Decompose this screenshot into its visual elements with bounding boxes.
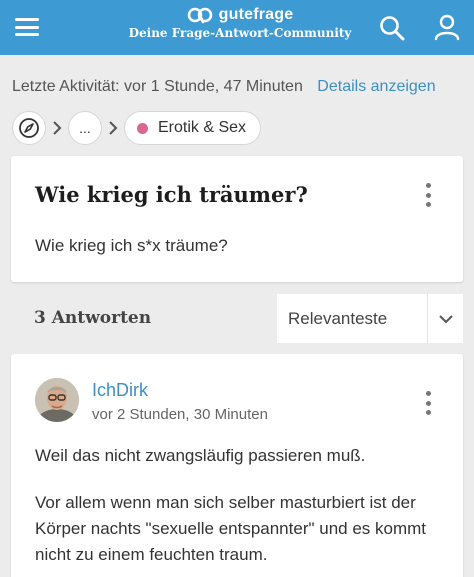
avatar[interactable] [35,378,79,422]
breadcrumb-category[interactable]: Erotik & Sex [124,111,262,145]
answers-count: 3 Antworten [34,308,152,328]
question-body: Wie krieg ich s*x träume? [35,236,228,255]
top-bar: gutefrage Deine Frage-Antwort-Community [0,0,474,55]
answer-author[interactable]: IchDirk [92,380,148,401]
breadcrumb-home[interactable] [12,111,46,145]
chevron-right-icon [46,118,68,138]
breadcrumb: ... Erotik & Sex [12,110,262,146]
answer-paragraph: Vor allem wenn man sich selber masturbie… [35,493,426,564]
chevron-down-icon[interactable] [427,294,463,343]
answer-paragraph: Weil das nicht zwangsläufig passieren mu… [35,446,366,465]
details-link[interactable]: Details anzeigen [317,78,435,95]
hamburger-icon[interactable] [14,15,40,39]
compass-icon [19,118,39,138]
category-dot-icon [137,122,148,134]
brand[interactable]: gutefrage Deine Frage-Antwort-Community [110,6,370,40]
answer-card: IchDirk vor 2 Stunden, 30 Minuten Weil d… [11,354,463,577]
last-activity-text: Letzte Aktivität: vor 1 Stunde, 47 Minut… [12,78,303,95]
chevron-right-icon [102,118,124,138]
breadcrumb-ellipsis[interactable]: ... [68,111,102,145]
sort-select[interactable]: Relevanteste [277,294,463,343]
sort-value[interactable]: Relevanteste [277,294,427,343]
answer-time: vor 2 Stunden, 30 Minuten [92,406,268,423]
gutefrage-logo-icon [187,7,212,24]
search-icon[interactable] [378,14,406,42]
question-title: Wie krieg ich träumer? [35,182,308,207]
user-icon[interactable] [433,13,461,41]
brand-name: gutefrage [218,6,294,23]
brand-tagline: Deine Frage-Antwort-Community [128,26,352,40]
question-card: Wie krieg ich träumer? Wie krieg ich s*x… [11,156,463,282]
category-label: Erotik & Sex [158,119,247,136]
question-more-icon[interactable] [418,180,438,210]
activity-line: Letzte Aktivität: vor 1 Stunde, 47 Minut… [12,78,436,96]
answer-more-icon[interactable] [418,388,438,418]
